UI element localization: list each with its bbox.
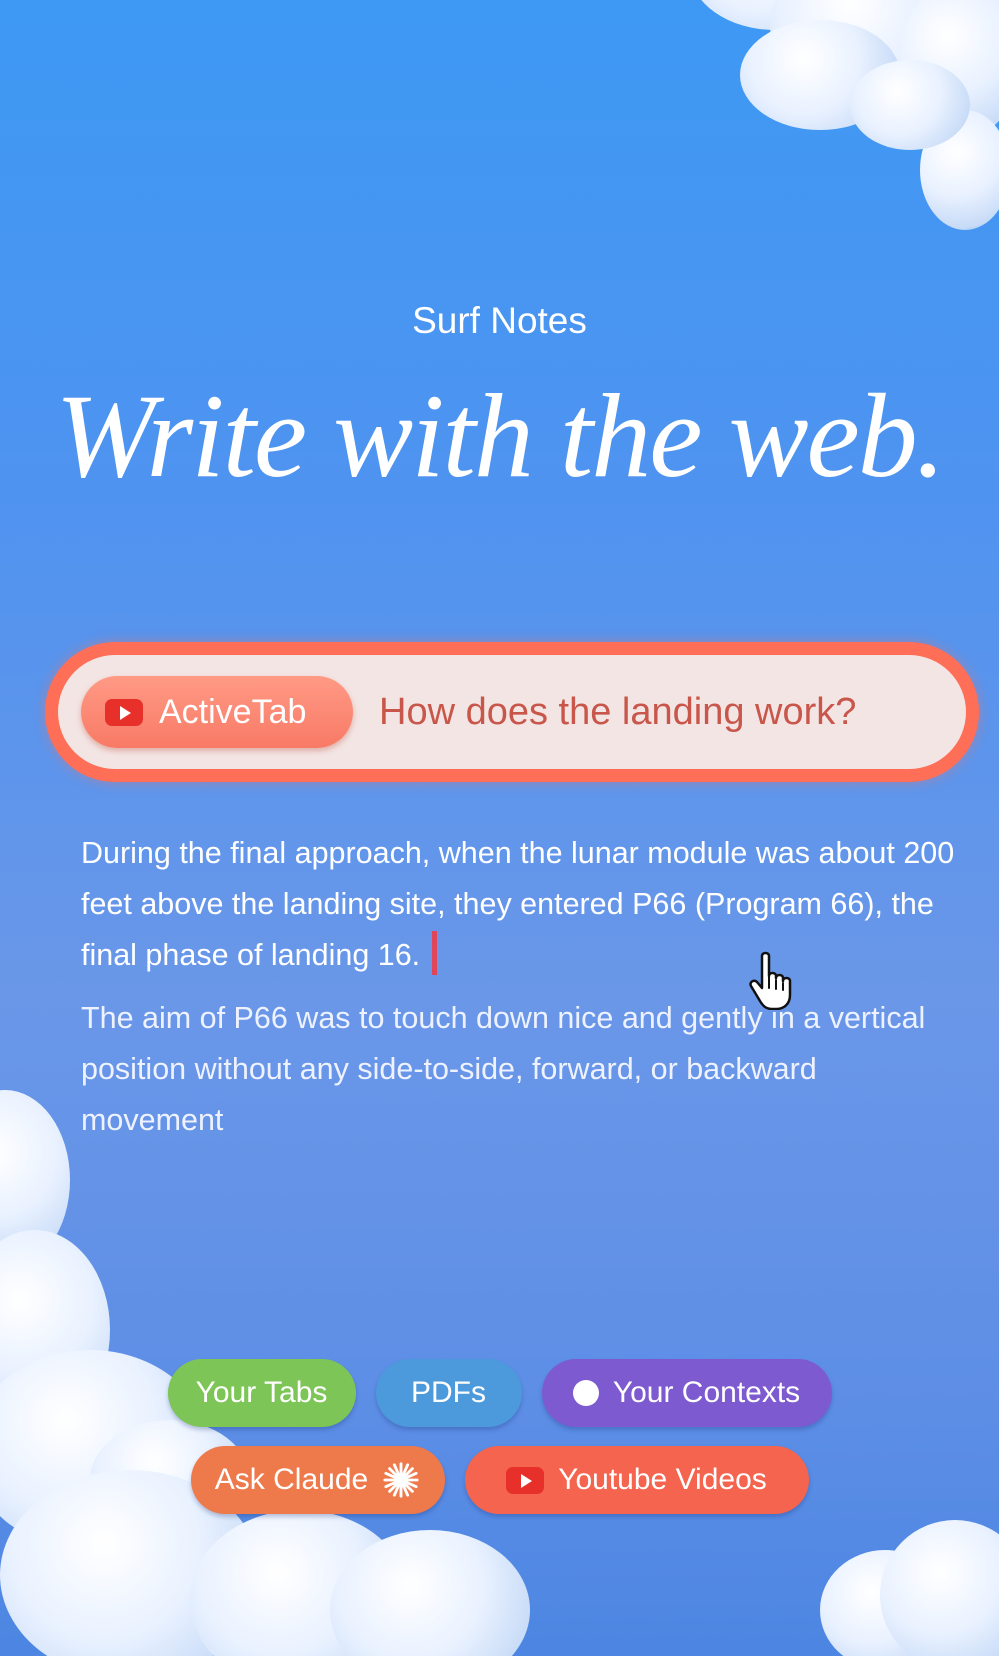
cloud-decoration-top-right [680,0,999,260]
your-contexts-button[interactable]: Your Contexts [541,1359,832,1427]
cloud-decoration-bottom-right [820,1520,999,1656]
your-tabs-label: Your Tabs [195,1376,328,1409]
pdfs-button[interactable]: PDFs [375,1359,522,1427]
youtube-videos-label: Youtube Videos [558,1463,767,1496]
active-tab-chip[interactable]: ActiveTab [81,676,353,748]
answer-paragraph-text: During the final approach, when the luna… [81,836,955,972]
active-tab-chip-label: ActiveTab [159,692,307,731]
search-bar[interactable]: ActiveTab How does the landing work? [45,642,979,782]
your-contexts-label: Your Contexts [612,1376,801,1409]
youtube-icon [105,698,143,726]
answer-editor[interactable]: During the final approach, when the luna… [81,828,961,1146]
text-cursor [432,931,438,975]
answer-paragraph: The aim of P66 was to touch down nice an… [81,1001,926,1137]
youtube-icon [506,1466,545,1494]
ask-claude-label: Ask Claude [214,1463,369,1496]
youtube-videos-button[interactable]: Youtube Videos [464,1446,809,1514]
search-query-text[interactable]: How does the landing work? [379,691,856,734]
hand-pointer-icon [749,951,792,1010]
search-bar-field[interactable]: ActiveTab How does the landing work? [58,655,966,769]
source-chips-row-2: Ask Claude Youtube Videos [0,1446,999,1514]
answer-paragraph: During the final approach, when the luna… [81,828,961,981]
page-headline: Write with the web. [55,369,946,502]
ask-claude-button[interactable]: Ask Claude [190,1446,445,1514]
circle-icon [572,1380,599,1406]
source-chips-row-1: Your Tabs PDFs Your Contexts [0,1359,999,1427]
app-name: Surf Notes [412,300,587,341]
your-tabs-button[interactable]: Your Tabs [167,1359,356,1427]
pdfs-label: PDFs [411,1376,486,1409]
claude-spark-icon [383,1462,419,1498]
